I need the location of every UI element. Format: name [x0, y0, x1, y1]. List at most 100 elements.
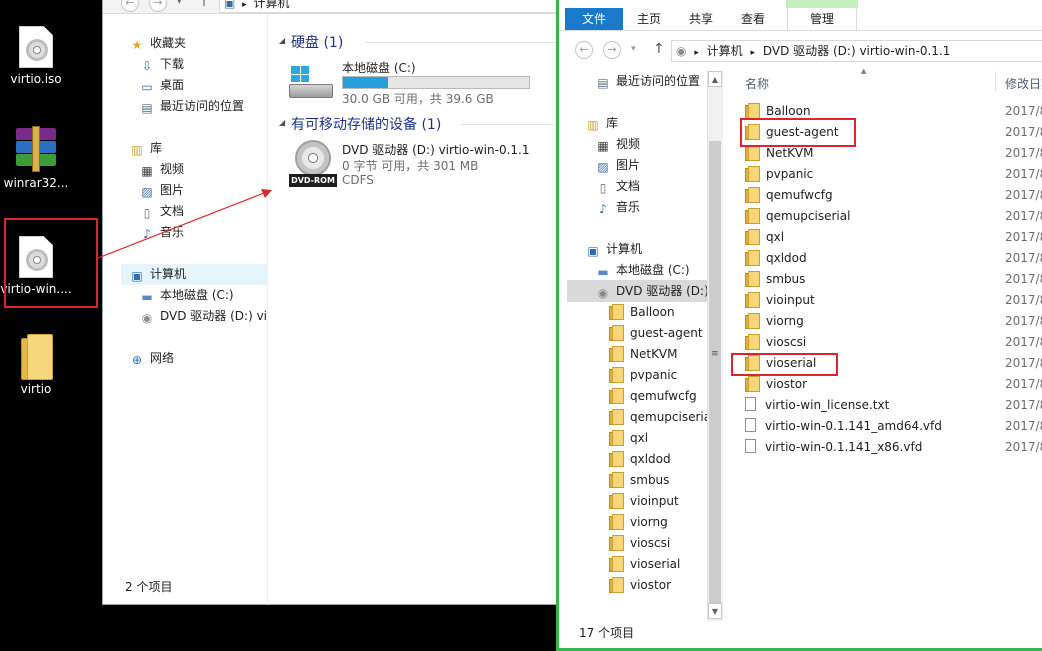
up-arrow-icon[interactable]: ↑ [653, 41, 665, 57]
ribbon-tab-manage[interactable]: 管理 [787, 8, 857, 30]
nav-documents[interactable]: ▯ 文档 [595, 176, 640, 197]
forward-button[interactable]: → [603, 41, 621, 59]
table-row[interactable]: viostor [745, 374, 807, 395]
nav-dvd-drive[interactable]: ◉ DVD 驱动器 (D:) [595, 281, 709, 302]
nav-music[interactable]: ♪ 音乐 [139, 222, 184, 243]
nav-folder-balloon[interactable]: Balloon [609, 302, 675, 323]
nav-videos[interactable]: ▦ 视频 [139, 159, 184, 180]
nav-folder-qemupciserial[interactable]: qemupciserial [609, 407, 714, 428]
collapse-arrow-icon[interactable]: ◢ [279, 118, 285, 127]
file-name: vioscsi [766, 335, 807, 349]
nav-folder-smbus[interactable]: smbus [609, 470, 669, 491]
table-row[interactable]: qemufwcfg [745, 185, 833, 206]
nav-recent[interactable]: ▤ 最近访问的位置 [139, 96, 244, 117]
file-name: virtio-win_license.txt [765, 398, 890, 412]
nav-recent[interactable]: ▤ 最近访问的位置 [595, 71, 700, 92]
nav-folder-viostor[interactable]: viostor [609, 575, 671, 596]
download-icon: ⇩ [141, 59, 153, 73]
nav-music[interactable]: ♪ 音乐 [595, 197, 640, 218]
nav-folder-vioscsi[interactable]: vioscsi [609, 533, 670, 554]
nav-library[interactable]: ▥ 库 [129, 138, 162, 159]
nav-folder-guest-agent[interactable]: guest-agent [609, 323, 703, 344]
address-chevron-icon: ▸ [242, 0, 247, 10]
folder-icon [745, 292, 760, 308]
file-name: virtio-win-0.1.141_amd64.vfd [765, 419, 942, 433]
forward-button[interactable]: → [149, 0, 167, 12]
ribbon-tab-home[interactable]: 主页 [623, 8, 675, 30]
table-row[interactable]: qemupciserial [745, 206, 850, 227]
back-button[interactable]: ← [575, 41, 593, 59]
folder-icon [21, 334, 53, 380]
address-bar[interactable]: ▣ ▸ 计算机 [219, 0, 557, 13]
ribbon-tab-file[interactable]: 文件 [565, 8, 623, 30]
column-header-name[interactable]: 名称 [745, 75, 769, 92]
address-segment-computer[interactable]: 计算机 [254, 0, 290, 10]
recent-locations-icon[interactable]: ▾ [631, 44, 636, 54]
nav-favorites[interactable]: ★ 收藏夹 [129, 33, 186, 54]
drive-d-name[interactable]: DVD 驱动器 (D:) virtio-win-0.1.1 [342, 141, 530, 158]
scroll-down-arrow-icon[interactable]: ▼ [708, 603, 722, 619]
scroll-thumb[interactable] [709, 141, 721, 603]
ribbon-tab-view[interactable]: 查看 [727, 8, 779, 30]
column-header-modified[interactable]: 修改日期 [1005, 75, 1042, 92]
drive-d-icon[interactable]: DVD-ROM [289, 140, 337, 188]
table-row[interactable]: Balloon [745, 101, 811, 122]
nav-videos[interactable]: ▦ 视频 [595, 134, 640, 155]
desktop-icon-winrar[interactable]: winrar32... [0, 126, 76, 190]
nav-pictures[interactable]: ▨ 图片 [595, 155, 640, 176]
address-segment-computer[interactable]: 计算机 [707, 44, 743, 58]
nav-folder-pvpanic[interactable]: pvpanic [609, 365, 677, 386]
nav-pictures[interactable]: ▨ 图片 [139, 180, 184, 201]
nav-folder-vioinput[interactable]: vioinput [609, 491, 679, 512]
nav-dvd-drive[interactable]: ◉ DVD 驱动器 (D:) vir [139, 306, 268, 327]
music-icon: ♪ [143, 227, 151, 241]
nav-documents[interactable]: ▯ 文档 [139, 201, 184, 222]
nav-network[interactable]: ⊕ 网络 [129, 348, 174, 369]
nav-folder-viorng[interactable]: viorng [609, 512, 668, 533]
collapse-arrow-icon[interactable]: ◢ [279, 36, 285, 45]
nav-library[interactable]: ▥ 库 [585, 113, 618, 134]
table-row[interactable]: virtio-win_license.txt [745, 395, 889, 416]
desktop-icon-label: virtio.iso [10, 72, 62, 86]
nav-folder-netkvm[interactable]: NetKVM [609, 344, 678, 365]
nav-computer[interactable]: ▣ 计算机 [129, 264, 186, 285]
desktop-icon-virtio-win[interactable]: virtio-win.... [0, 236, 76, 296]
nav-local-disk[interactable]: ▬ 本地磁盘 (C:) [139, 285, 233, 306]
nav-computer[interactable]: ▣ 计算机 [585, 239, 642, 260]
table-row[interactable]: vioinput [745, 290, 815, 311]
address-bar[interactable]: ◉ ▸ 计算机 ▸ DVD 驱动器 (D:) virtio-win-0.1.1 [671, 40, 1042, 62]
nav-folder-qemufwcfg[interactable]: qemufwcfg [609, 386, 697, 407]
desktop-icon-virtio-folder[interactable]: virtio [0, 334, 76, 396]
scroll-up-arrow-icon[interactable]: ▲ [708, 71, 722, 87]
ribbon-tab-share[interactable]: 共享 [675, 8, 727, 30]
folder-icon [609, 577, 624, 593]
table-row[interactable]: guest-agent [745, 122, 839, 143]
up-arrow-icon[interactable]: ↑ [199, 0, 209, 9]
table-row[interactable]: vioserial [745, 353, 816, 374]
nav-folder-qxldod[interactable]: qxldod [609, 449, 671, 470]
desktop-icon-virtio-iso[interactable]: virtio.iso [0, 26, 76, 86]
table-row[interactable]: vioscsi [745, 332, 806, 353]
drive-c-name[interactable]: 本地磁盘 (C:) [342, 59, 416, 76]
recent-locations-icon[interactable]: ▾ [177, 0, 182, 7]
table-row[interactable]: virtio-win-0.1.141_x86.vfd [745, 437, 922, 458]
table-row[interactable]: smbus [745, 269, 805, 290]
table-row[interactable]: NetKVM [745, 143, 814, 164]
folder-icon [609, 451, 624, 467]
nav-desktop[interactable]: ▭ 桌面 [139, 75, 184, 96]
nav-folder-vioserial[interactable]: vioserial [609, 554, 680, 575]
table-row[interactable]: virtio-win-0.1.141_amd64.vfd [745, 416, 942, 437]
table-row[interactable]: qxldod [745, 248, 807, 269]
group-removable[interactable]: 有可移动存储的设备 (1) [291, 114, 441, 134]
nav-downloads[interactable]: ⇩ 下载 [139, 54, 184, 75]
nav-folder-qxl[interactable]: qxl [609, 428, 648, 449]
table-row[interactable]: pvpanic [745, 164, 813, 185]
table-row[interactable]: viorng [745, 311, 804, 332]
address-segment-dvd[interactable]: DVD 驱动器 (D:) virtio-win-0.1.1 [763, 44, 951, 58]
group-hard-disks[interactable]: 硬盘 (1) [291, 32, 343, 52]
nav-local-disk[interactable]: ▬ 本地磁盘 (C:) [595, 260, 689, 281]
drive-c-icon[interactable] [289, 64, 333, 102]
navigation-scrollbar[interactable]: ▲ ≡ ▼ [707, 71, 723, 621]
back-button[interactable]: ← [121, 0, 139, 12]
table-row[interactable]: qxl [745, 227, 784, 248]
